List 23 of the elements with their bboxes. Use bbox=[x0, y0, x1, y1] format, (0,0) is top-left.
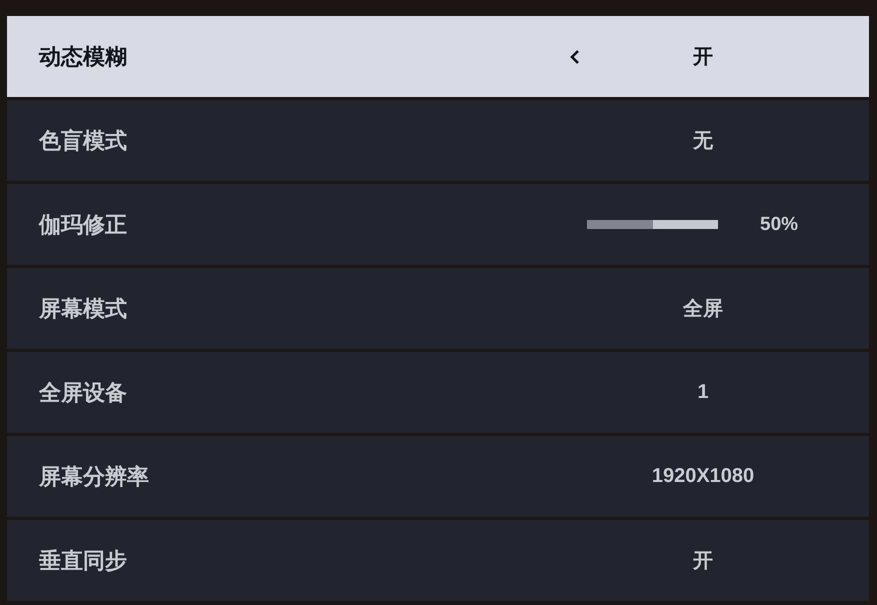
setting-value: 开 bbox=[692, 45, 714, 70]
setting-value: 无 bbox=[692, 129, 714, 154]
setting-label: 色盲模式 bbox=[38, 128, 128, 156]
settings-row[interactable]: 伽玛修正 50% bbox=[7, 184, 869, 265]
setting-value: 全屏 bbox=[682, 297, 724, 322]
setting-label: 屏幕模式 bbox=[38, 296, 128, 324]
settings-row[interactable]: 全屏设备 1 bbox=[7, 352, 869, 433]
setting-value: 1 bbox=[696, 381, 710, 404]
setting-label: 垂直同步 bbox=[38, 548, 128, 576]
setting-label: 全屏设备 bbox=[38, 380, 128, 408]
chevron-left-icon[interactable] bbox=[570, 50, 580, 64]
setting-label: 动态模糊 bbox=[38, 44, 128, 72]
settings-row[interactable]: 动态模糊 开 bbox=[7, 16, 869, 97]
settings-row[interactable]: 屏幕分辨率 1920X1080 bbox=[7, 436, 869, 517]
settings-row[interactable]: 垂直同步 开 bbox=[7, 520, 869, 601]
setting-label: 伽玛修正 bbox=[38, 212, 128, 240]
setting-value: 1920X1080 bbox=[650, 465, 756, 488]
setting-label: 屏幕分辨率 bbox=[38, 464, 150, 492]
settings-row[interactable]: 色盲模式 无 bbox=[7, 100, 869, 181]
slider-reading: 50% bbox=[760, 214, 798, 236]
settings-row[interactable]: 屏幕模式 全屏 bbox=[7, 268, 869, 349]
setting-value: 开 bbox=[692, 549, 714, 574]
slider-track[interactable] bbox=[587, 220, 718, 229]
